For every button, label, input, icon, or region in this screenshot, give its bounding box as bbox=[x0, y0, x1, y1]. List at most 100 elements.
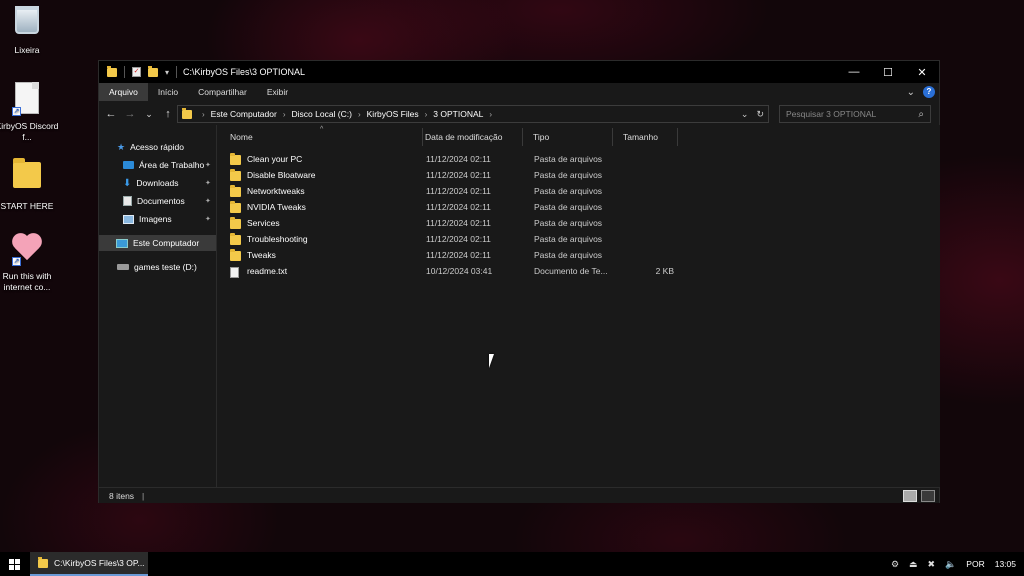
tab-compartilhar[interactable]: Compartilhar bbox=[188, 83, 257, 101]
file-date: 10/12/2024 03:41 bbox=[426, 266, 493, 276]
column-label: Nome bbox=[230, 132, 253, 142]
chevron-right-icon[interactable]: › bbox=[358, 110, 361, 119]
nav-this-pc[interactable]: Este Computador bbox=[99, 235, 216, 251]
volume-icon[interactable]: 🔈 bbox=[945, 559, 956, 570]
folder-icon bbox=[230, 153, 241, 167]
file-size: 2 KB bbox=[655, 266, 674, 276]
nav-item-downloads[interactable]: ⬇ Downloads ✦ bbox=[123, 175, 217, 191]
maximize-button[interactable]: ☐ bbox=[871, 61, 905, 83]
search-placeholder: Pesquisar 3 OPTIONAL bbox=[786, 109, 877, 119]
nav-drive-d[interactable]: games teste (D:) bbox=[117, 259, 215, 275]
file-type: Pasta de arquivos bbox=[534, 186, 603, 196]
table-row[interactable]: Tweaks 11/12/2024 02:11 Pasta de arquivo… bbox=[230, 249, 690, 264]
file-name: NVIDIA Tweaks bbox=[247, 202, 306, 212]
column-header-name[interactable]: Nome ^ bbox=[218, 126, 423, 146]
column-header-size[interactable]: Tamanho bbox=[613, 128, 678, 146]
back-button[interactable]: ← bbox=[104, 108, 118, 120]
nav-item-documentos[interactable]: Documentos ✦ bbox=[123, 193, 217, 209]
nav-item-area-de-trabalho[interactable]: Área de Trabalho ✦ bbox=[123, 157, 217, 173]
drive-icon bbox=[117, 264, 129, 270]
file-date: 11/12/2024 02:11 bbox=[426, 154, 491, 164]
table-row[interactable]: Disable Bloatware 11/12/2024 02:11 Pasta… bbox=[230, 169, 690, 184]
chevron-right-icon[interactable]: › bbox=[489, 110, 492, 119]
file-type: Pasta de arquivos bbox=[534, 250, 603, 260]
tab-arquivo[interactable]: Arquivo bbox=[99, 83, 148, 101]
address-bar[interactable]: › Este Computador › Disco Local (C:) › K… bbox=[177, 105, 769, 123]
chevron-right-icon[interactable]: › bbox=[283, 110, 286, 119]
column-label: Tipo bbox=[533, 132, 550, 142]
view-switcher bbox=[903, 489, 939, 502]
file-list: Nome ^ Data de modificação Tipo Tamanho … bbox=[218, 125, 940, 487]
taskbar-item-explorer[interactable]: C:\KirbyOS Files\3 OP... bbox=[30, 552, 148, 576]
tab-exibir[interactable]: Exibir bbox=[257, 83, 298, 101]
refresh-icon[interactable]: ↻ bbox=[756, 109, 764, 120]
usb-icon[interactable]: ⏏ bbox=[909, 559, 918, 570]
desktop-icon-start-here[interactable]: START HERE bbox=[0, 158, 62, 212]
desktop-icon-recycle-bin[interactable]: Lixeira bbox=[0, 6, 62, 56]
desktop-icon-run-this[interactable]: ↗ Run this with internet co... bbox=[0, 232, 62, 293]
network-app-icon[interactable]: ⚙ bbox=[891, 559, 899, 570]
ribbon-tabs: Arquivo Início Compartilhar Exibir ⌄ ? bbox=[99, 83, 939, 101]
table-row[interactable]: Networktweaks 11/12/2024 02:11 Pasta de … bbox=[230, 185, 690, 200]
pictures-icon bbox=[123, 214, 134, 224]
breadcrumb-kirbyos-files[interactable]: KirbyOS Files bbox=[367, 109, 419, 119]
clock[interactable]: 13:05 bbox=[995, 559, 1016, 569]
pin-icon: ✦ bbox=[205, 162, 211, 169]
divider bbox=[124, 66, 125, 78]
language-indicator[interactable]: POR bbox=[966, 559, 984, 569]
column-header-date[interactable]: Data de modificação bbox=[415, 128, 523, 146]
heart-shortcut-icon: ↗ bbox=[10, 232, 44, 268]
table-row[interactable]: Clean your PC 11/12/2024 02:11 Pasta de … bbox=[230, 153, 690, 168]
chevron-right-icon: › bbox=[202, 109, 205, 119]
search-input[interactable]: Pesquisar 3 OPTIONAL ⌕ bbox=[779, 105, 931, 123]
details-view-button[interactable] bbox=[903, 489, 917, 502]
divider bbox=[176, 66, 178, 78]
nav-item-imagens[interactable]: Imagens ✦ bbox=[123, 211, 217, 227]
properties-icon[interactable]: ✓ bbox=[132, 67, 141, 77]
nav-item-label: Este Computador bbox=[133, 238, 200, 248]
breadcrumb-este-computador[interactable]: Este Computador bbox=[211, 109, 277, 119]
tab-inicio[interactable]: Início bbox=[148, 83, 188, 101]
address-dropdown-icon[interactable]: ⌄ bbox=[741, 109, 749, 120]
breadcrumb-disco-local[interactable]: Disco Local (C:) bbox=[292, 109, 352, 119]
start-button[interactable] bbox=[0, 552, 28, 576]
file-date: 11/12/2024 02:11 bbox=[426, 170, 491, 180]
status-divider: | bbox=[142, 490, 145, 501]
file-type: Documento de Te... bbox=[534, 266, 608, 276]
nav-item-label: Imagens bbox=[139, 214, 172, 224]
customize-toolbar-icon[interactable]: ▾ bbox=[165, 68, 169, 77]
breadcrumb-3-optional[interactable]: 3 OPTIONAL bbox=[433, 109, 483, 119]
nav-item-label: Acesso rápido bbox=[130, 142, 184, 152]
quick-access-toolbar: ✓ ▾ bbox=[99, 65, 178, 78]
folder-icon bbox=[230, 185, 241, 199]
file-name: Services bbox=[247, 218, 280, 228]
window-title: C:\KirbyOS Files\3 OPTIONAL bbox=[183, 67, 306, 77]
large-icons-view-button[interactable] bbox=[921, 489, 935, 502]
help-icon[interactable]: ? bbox=[923, 86, 935, 98]
table-row[interactable]: Troubleshooting 11/12/2024 02:11 Pasta d… bbox=[230, 233, 690, 248]
title-bar[interactable]: ✓ ▾ C:\KirbyOS Files\3 OPTIONAL — ☐ ✕ bbox=[99, 61, 939, 83]
minimize-button[interactable]: — bbox=[837, 61, 871, 83]
forward-button[interactable]: → bbox=[123, 108, 137, 120]
document-shortcut-icon: ↗ bbox=[10, 82, 44, 118]
close-button[interactable]: ✕ bbox=[905, 61, 939, 83]
folder-icon bbox=[230, 201, 241, 215]
table-row[interactable]: NVIDIA Tweaks 11/12/2024 02:11 Pasta de … bbox=[230, 201, 690, 216]
navigation-pane: ★ Acesso rápido Área de Trabalho ✦ ⬇ Dow… bbox=[99, 125, 217, 487]
up-button[interactable]: ↑ bbox=[161, 108, 175, 120]
nav-item-label: Downloads bbox=[136, 178, 179, 188]
recent-locations-button[interactable]: ⌄ bbox=[142, 109, 156, 120]
expand-ribbon-icon[interactable]: ⌄ bbox=[907, 87, 915, 98]
column-header-type[interactable]: Tipo bbox=[523, 128, 613, 146]
desktop-icon-label: START HERE bbox=[0, 201, 54, 211]
network-disconnected-icon[interactable]: ✖ bbox=[928, 559, 936, 570]
chevron-right-icon[interactable]: › bbox=[425, 110, 428, 119]
table-row[interactable]: Services 11/12/2024 02:11 Pasta de arqui… bbox=[230, 217, 690, 232]
nav-quick-access[interactable]: ★ Acesso rápido bbox=[117, 139, 213, 155]
column-label: Tamanho bbox=[623, 132, 658, 142]
new-folder-icon[interactable] bbox=[148, 65, 158, 77]
desktop-icon-kirbyos-discord[interactable]: ↗ KirbyOS Discord f... bbox=[0, 82, 62, 143]
table-row[interactable]: readme.txt 10/12/2024 03:41 Documento de… bbox=[230, 265, 690, 280]
status-bar: 8 itens | bbox=[99, 487, 939, 503]
nav-item-label: Área de Trabalho bbox=[139, 160, 205, 170]
